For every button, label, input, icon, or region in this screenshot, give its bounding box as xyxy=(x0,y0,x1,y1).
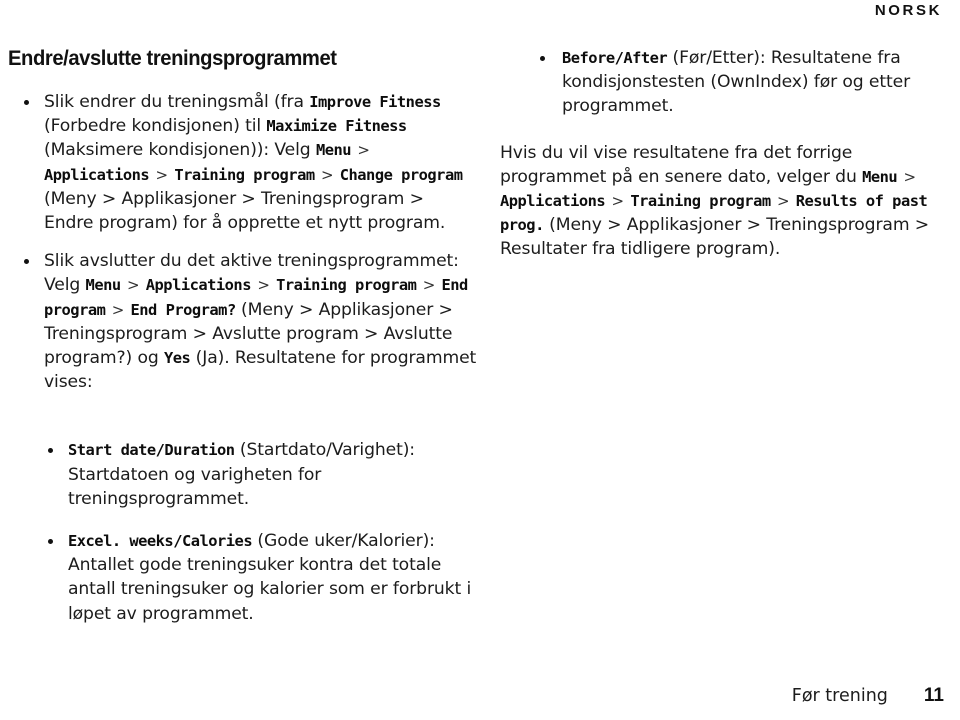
text-segment: (Meny > Applikasjoner > Treningsprogram … xyxy=(44,188,446,234)
ui-string: Start date/Duration xyxy=(68,441,235,460)
menu-separator: > xyxy=(257,276,270,295)
menu-separator: > xyxy=(903,167,917,186)
ui-string: Excel. weeks/Calories xyxy=(68,532,253,551)
ui-string: Training program xyxy=(174,165,315,184)
page-title: Endre/avslutte treningsprogrammet xyxy=(8,46,337,70)
ui-string: Change program xyxy=(339,165,463,184)
page-footer: Før trening 11 xyxy=(0,684,944,708)
running-header: NORSK xyxy=(874,2,942,19)
list-item: Start date/Duration (Startdato/Varighet)… xyxy=(8,438,478,511)
menu-separator: > xyxy=(611,192,625,211)
text-segment: Hvis du vil vise resultatene fra det for… xyxy=(500,142,863,187)
menu-separator: > xyxy=(155,165,169,184)
menu-separator: > xyxy=(357,141,370,160)
ui-string: Yes xyxy=(164,349,191,368)
ui-string: Maximize Fitness xyxy=(266,117,407,136)
document-page: NORSK Endre/avslutte treningsprogrammet … xyxy=(0,0,960,720)
left-column: Endre/avslutte treningsprogrammet Slik e… xyxy=(8,46,478,644)
text-segment: Slik endrer du treningsmål (fra xyxy=(44,92,310,112)
list-item: Before/After (Før/Etter): Resultatene fr… xyxy=(500,46,950,119)
page-number: 11 xyxy=(923,685,944,706)
menu-separator: > xyxy=(422,276,436,295)
ui-string: Applications xyxy=(145,276,252,295)
text-segment: (Forbedre kondisjonen) til xyxy=(44,116,267,137)
ui-string: Before/After xyxy=(562,49,668,67)
text-segment: (Meny > Applikasjoner > Treningsprogram … xyxy=(500,215,930,260)
right-column: Before/After (Før/Etter): Resultatene fr… xyxy=(500,46,950,276)
ui-string: Training program xyxy=(276,276,417,295)
paragraph: Hvis du vil vise resultatene fra det for… xyxy=(500,141,950,262)
ui-string: Improve Fitness xyxy=(309,93,441,111)
ui-string: Menu xyxy=(85,276,122,295)
list-item: Slik endrer du treningsmål (fra Improve … xyxy=(8,90,478,235)
text-segment: (Maksimere kondisjonen)): Velg xyxy=(44,140,316,161)
ui-string: Applications xyxy=(500,192,606,211)
ui-string: Menu xyxy=(315,141,352,160)
list-item: Excel. weeks/Calories (Gode uker/Kalorie… xyxy=(8,529,478,626)
ui-string: Applications xyxy=(44,165,150,184)
menu-separator: > xyxy=(776,192,790,211)
footer-section-label: Før trening xyxy=(791,686,888,706)
menu-separator: > xyxy=(320,165,334,184)
menu-separator: > xyxy=(126,276,140,295)
list-item: Slik avslutter du det aktive treningspro… xyxy=(8,249,478,394)
ui-string: End Program? xyxy=(130,300,237,319)
ui-string: Training program xyxy=(630,192,771,211)
ui-string: Menu xyxy=(862,167,898,186)
menu-separator: > xyxy=(111,300,125,319)
